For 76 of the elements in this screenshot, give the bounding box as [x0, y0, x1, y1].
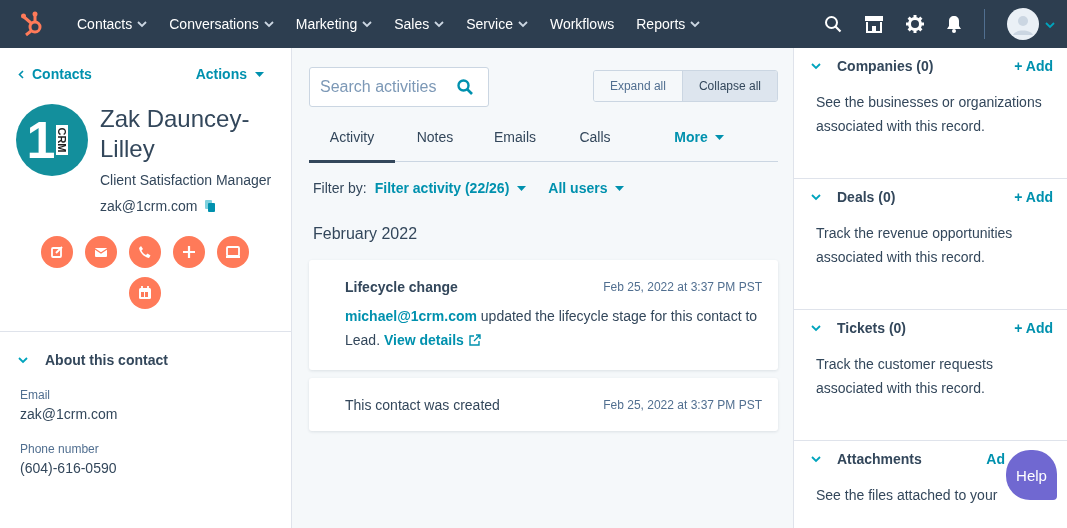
chevron-left-icon — [18, 69, 24, 79]
screen-icon — [225, 244, 241, 260]
job-title: Client Satisfaction Manager — [100, 172, 273, 188]
add-button[interactable]: + Add — [1014, 189, 1053, 205]
tab[interactable]: Notes — [395, 115, 475, 163]
section-toggle[interactable]: About this contact — [0, 332, 291, 368]
edit-icon — [49, 244, 65, 260]
copy-icon[interactable] — [205, 200, 216, 212]
chevron-icon — [811, 193, 821, 201]
chevron-down-icon — [1045, 22, 1055, 29]
field-label: Phone number — [20, 442, 100, 456]
section-toggle[interactable]: Tickets (0) — [811, 320, 906, 336]
nav-menu-item[interactable]: Reports — [625, 16, 712, 32]
phone-icon — [137, 244, 153, 260]
activity-description: michael@1crm.com updated the lifecycle stage for this contact to Lead. View details — [345, 304, 762, 352]
nav-menu-item[interactable]: Conversations — [158, 16, 285, 32]
section-description: Track the customer requests associated with this record. — [816, 355, 994, 398]
add-button[interactable]: + Add — [1014, 320, 1053, 336]
search-field[interactable]: Search activities — [309, 67, 489, 107]
nav-menu-item[interactable]: Service — [455, 16, 539, 32]
quick-action-button[interactable] — [85, 236, 117, 268]
quick-action-button[interactable] — [129, 277, 161, 309]
search-icon[interactable] — [824, 15, 842, 33]
section-description: See the files attached to your — [816, 486, 999, 505]
chevron-icon — [18, 356, 28, 364]
activity-timestamp: Feb 25, 2022 at 3:37 PM PST — [603, 280, 762, 294]
tab[interactable]: Activity — [309, 115, 395, 163]
toggle-button[interactable]: Collapse all — [681, 71, 777, 101]
nav-menu-item[interactable]: Sales — [383, 16, 456, 32]
chevron-icon — [811, 62, 821, 70]
activity-title: Lifecycle change — [345, 279, 458, 295]
tab[interactable]: Emails — [475, 115, 555, 163]
actions-dropdown[interactable]: Actions — [195, 66, 264, 82]
external-link-icon — [468, 334, 481, 346]
more-tab-dropdown[interactable]: More — [649, 115, 749, 163]
user-avatar-icon[interactable] — [1007, 8, 1039, 40]
company-logo: 1 CRM — [16, 104, 88, 176]
contact-email: zak@1crm.com — [100, 198, 198, 214]
nav-menu-item[interactable]: Contacts — [66, 16, 159, 32]
contact-name: Zak Dauncey-Lilley — [100, 104, 251, 164]
section-description: Track the revenue opportunities associated with this record. — [816, 224, 1014, 267]
month-heading: February 2022 — [312, 225, 419, 243]
field-label: Email — [20, 388, 51, 402]
section-toggle[interactable]: Attachments — [811, 451, 922, 467]
view-details-link[interactable]: View details — [383, 328, 481, 352]
section-toggle[interactable]: Companies (0) — [811, 58, 934, 74]
back-to-contacts-link[interactable]: Contacts — [18, 66, 92, 82]
activity-title: This contact was created — [345, 397, 500, 413]
quick-action-button[interactable] — [129, 236, 161, 268]
section-description: See the businesses or organizations associated with this record. — [816, 93, 1043, 136]
chevron-icon — [811, 324, 821, 332]
caret-icon — [714, 134, 724, 140]
plus-icon — [181, 244, 197, 260]
add-button[interactable]: + Add — [1014, 58, 1053, 74]
help-button[interactable]: Help — [1006, 450, 1057, 500]
caret-icon — [615, 185, 625, 191]
settings-icon[interactable] — [906, 15, 924, 33]
quick-action-button[interactable] — [217, 236, 249, 268]
calendar-icon — [137, 285, 153, 301]
notifications-bell-icon[interactable] — [946, 15, 962, 33]
field-value: (604)-616-0590 — [20, 460, 118, 476]
nav-menu-item[interactable]: Marketing — [284, 16, 384, 32]
quick-action-button[interactable] — [41, 236, 73, 268]
field-value: zak@1crm.com — [20, 406, 119, 422]
filter-label: Filter by: — [313, 180, 367, 196]
caret-icon — [517, 185, 527, 191]
caret-icon — [255, 71, 264, 77]
quick-action-button[interactable] — [173, 236, 205, 268]
tab[interactable]: Calls — [555, 115, 635, 163]
section-toggle[interactable]: Deals (0) — [811, 189, 896, 205]
nav-menu-item[interactable]: Workflows — [538, 16, 626, 32]
add-button[interactable]: Ad — [986, 451, 1005, 467]
marketplace-icon[interactable] — [864, 14, 884, 34]
activity-timestamp: Feb 25, 2022 at 3:37 PM PST — [603, 398, 762, 412]
chevron-icon — [811, 455, 821, 463]
user-email-link[interactable]: michael@1crm.com — [345, 308, 477, 324]
